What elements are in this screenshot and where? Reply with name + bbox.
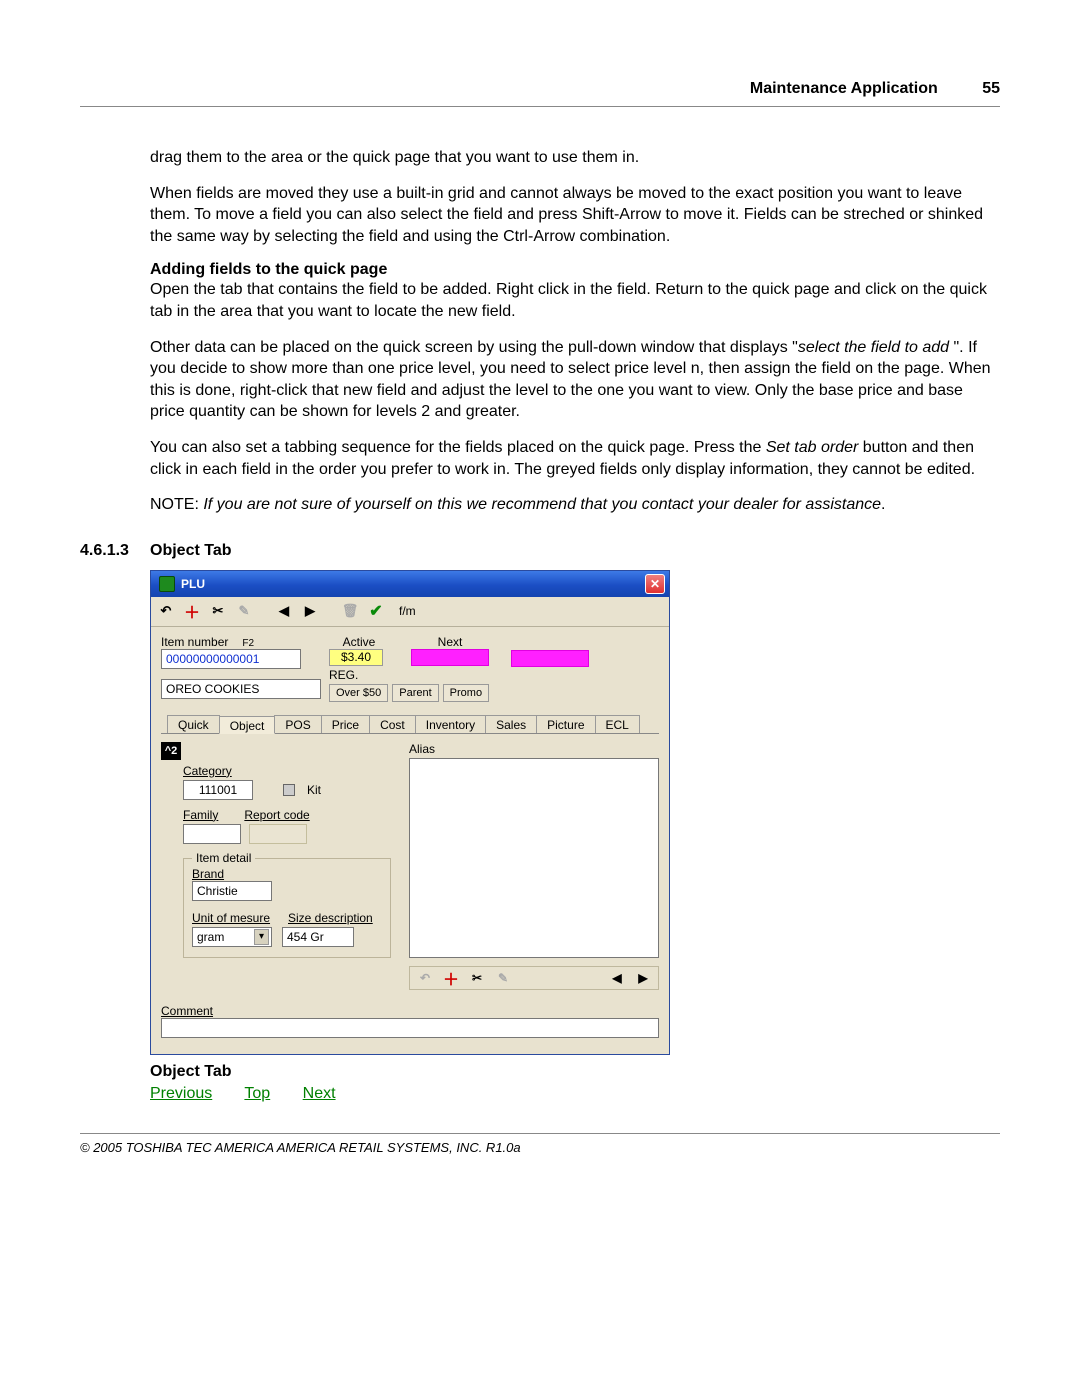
paragraph-5: You can also set a tabbing sequence for … — [150, 437, 1000, 480]
chip-promo[interactable]: Promo — [443, 684, 489, 702]
item-number-label: Item numberF2 — [161, 635, 311, 649]
trash-icon[interactable]: 🗑 — [341, 602, 359, 620]
tab-inventory[interactable]: Inventory — [415, 715, 486, 733]
report-label: Report code — [244, 808, 309, 822]
header-title: Maintenance Application — [750, 80, 938, 97]
alias-prev-icon[interactable]: ◀ — [608, 969, 626, 987]
link-next[interactable]: Next — [303, 1085, 336, 1102]
window-title: PLU — [181, 577, 205, 591]
page-header: Maintenance Application 55 — [80, 80, 1000, 107]
uom-select[interactable]: gram ▾ — [192, 927, 272, 947]
size-label: Size description — [288, 911, 373, 925]
tab-sales[interactable]: Sales — [485, 715, 537, 733]
category-input[interactable] — [183, 780, 253, 800]
alias-toolbar: ↶ ＋ ✂ ✎ ◀ ▶ — [409, 966, 659, 990]
next-icon[interactable]: ▶ — [301, 602, 319, 620]
caret2-tag: ^2 — [161, 742, 181, 760]
tab-ecl[interactable]: ECL — [595, 715, 640, 733]
prev-icon[interactable]: ◀ — [275, 602, 293, 620]
chip-over50[interactable]: Over $50 — [329, 684, 388, 702]
tab-picture[interactable]: Picture — [536, 715, 595, 733]
alias-cut-icon[interactable]: ✂ — [468, 969, 486, 987]
size-input[interactable] — [282, 927, 354, 947]
alias-next-icon[interactable]: ▶ — [634, 969, 652, 987]
item-detail-legend: Item detail — [192, 851, 255, 865]
subhead-adding-fields: Adding fields to the quick page — [150, 261, 1000, 279]
alias-add-icon[interactable]: ＋ — [442, 969, 460, 987]
alias-edit-icon[interactable]: ✎ — [494, 969, 512, 987]
item-number-input[interactable] — [161, 649, 301, 669]
page-number: 55 — [982, 80, 1000, 97]
tab-pos[interactable]: POS — [274, 715, 321, 733]
brand-input[interactable] — [192, 881, 272, 901]
comment-label: Comment — [161, 1004, 659, 1018]
plu-window: PLU ✕ ↶ ＋ ✂ ✎ ◀ ▶ 🗑 ✔ f/m — [150, 570, 670, 1055]
active-label: Active — [329, 635, 389, 649]
tabs: Quick Object POS Price Cost Inventory Sa… — [161, 712, 659, 734]
undo-icon[interactable]: ↶ — [157, 602, 175, 620]
app-icon — [159, 576, 175, 592]
active-price: $3.40 — [329, 649, 383, 666]
window-titlebar[interactable]: PLU ✕ — [151, 571, 669, 597]
description-input[interactable] — [161, 679, 321, 699]
tab-price[interactable]: Price — [321, 715, 370, 733]
tab-cost[interactable]: Cost — [369, 715, 416, 733]
family-input[interactable] — [183, 824, 241, 844]
alias-listbox[interactable] — [409, 758, 659, 958]
kit-checkbox[interactable] — [283, 784, 295, 796]
category-label: Category — [183, 764, 391, 778]
next-label: Next — [411, 635, 489, 649]
alias-label: Alias — [409, 742, 659, 756]
paragraph-note: NOTE: If you are not sure of yourself on… — [150, 494, 1000, 516]
uom-label: Unit of mesure — [192, 911, 278, 925]
link-top[interactable]: Top — [244, 1085, 270, 1102]
edit-icon[interactable]: ✎ — [235, 602, 253, 620]
close-button[interactable]: ✕ — [645, 574, 665, 594]
section-heading: 4.6.1.3Object Tab — [80, 542, 1000, 560]
alias-undo-icon[interactable]: ↶ — [416, 969, 434, 987]
paragraph-1: drag them to the area or the quick page … — [150, 147, 1000, 169]
cut-icon[interactable]: ✂ — [209, 602, 227, 620]
report-input[interactable] — [249, 824, 307, 844]
next-box-2 — [511, 650, 589, 667]
figure-nav: Previous Top Next — [150, 1085, 1000, 1103]
figure-caption: Object Tab — [150, 1063, 1000, 1081]
kit-label: Kit — [307, 783, 321, 797]
reg-label: REG. — [329, 668, 389, 682]
family-label: Family — [183, 808, 218, 822]
brand-label: Brand — [192, 867, 382, 881]
ok-icon[interactable]: ✔ — [367, 602, 385, 620]
paragraph-2: When fields are moved they use a built-i… — [150, 183, 1000, 248]
paragraph-3: Open the tab that contains the field to … — [150, 279, 1000, 322]
paragraph-4: Other data can be placed on the quick sc… — [150, 337, 1000, 423]
chevron-down-icon[interactable]: ▾ — [254, 929, 269, 945]
next-box-1 — [411, 649, 489, 666]
page-footer: © 2005 TOSHIBA TEC AMERICA AMERICA RETAI… — [80, 1133, 1000, 1155]
toolbar: ↶ ＋ ✂ ✎ ◀ ▶ 🗑 ✔ f/m — [151, 597, 669, 627]
comment-input[interactable] — [161, 1018, 659, 1038]
item-detail-group: Item detail Brand Unit of mesure Size de… — [183, 858, 391, 958]
link-previous[interactable]: Previous — [150, 1085, 212, 1102]
chip-parent[interactable]: Parent — [392, 684, 438, 702]
tab-quick[interactable]: Quick — [167, 715, 220, 733]
add-icon[interactable]: ＋ — [183, 602, 201, 620]
toolbar-fm[interactable]: f/m — [399, 604, 416, 618]
tab-object[interactable]: Object — [219, 716, 276, 734]
